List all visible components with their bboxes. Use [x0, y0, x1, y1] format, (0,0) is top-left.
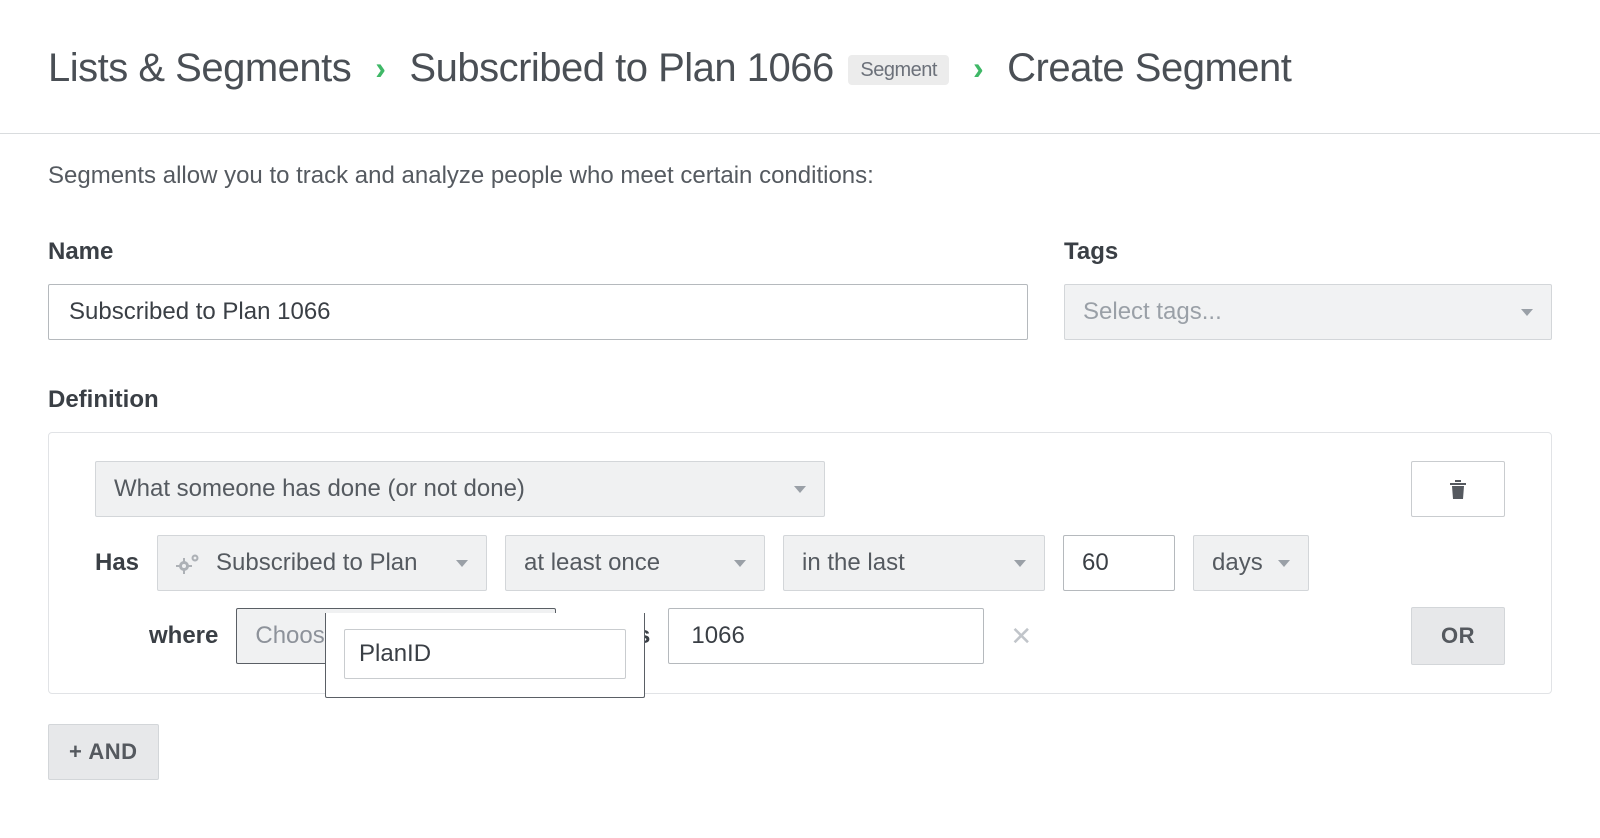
gear-icon: [176, 552, 202, 574]
caret-down-icon: [1521, 309, 1533, 316]
value-input[interactable]: [668, 608, 984, 664]
timeframe-select[interactable]: in the last: [783, 535, 1045, 591]
property-dropdown-popover: [325, 613, 645, 698]
name-input[interactable]: [48, 284, 1028, 340]
definition-label: Definition: [48, 386, 1552, 414]
header-divider: [0, 133, 1600, 134]
chevron-right-icon: ›: [973, 50, 983, 87]
definition-box: What someone has done (or not done) Has …: [48, 432, 1552, 694]
frequency-value: at least once: [524, 549, 660, 577]
event-select[interactable]: Subscribed to Plan: [157, 535, 487, 591]
plus-icon: +: [69, 739, 82, 765]
caret-down-icon: [1014, 560, 1026, 567]
event-value: Subscribed to Plan: [216, 549, 417, 577]
property-search-input[interactable]: [344, 629, 626, 679]
name-label: Name: [48, 238, 1028, 266]
timeframe-number-input[interactable]: [1063, 535, 1175, 591]
condition-type-value: What someone has done (or not done): [114, 475, 525, 503]
caret-down-icon: [734, 560, 746, 567]
caret-down-icon: [1278, 560, 1290, 567]
delete-condition-button[interactable]: [1411, 461, 1505, 517]
breadcrumb: Lists & Segments › Subscribed to Plan 10…: [48, 46, 1552, 91]
intro-text: Segments allow you to track and analyze …: [48, 162, 1552, 190]
segment-badge: Segment: [848, 55, 949, 85]
frequency-select[interactable]: at least once: [505, 535, 765, 591]
breadcrumb-parent-label: Subscribed to Plan 1066: [409, 46, 833, 90]
tags-select[interactable]: Select tags...: [1064, 284, 1552, 340]
and-button[interactable]: + AND: [48, 724, 159, 780]
breadcrumb-parent[interactable]: Subscribed to Plan 1066 Segment: [409, 46, 949, 91]
breadcrumb-root[interactable]: Lists & Segments: [48, 46, 351, 91]
trash-icon: [1448, 478, 1468, 500]
unit-select[interactable]: days: [1193, 535, 1309, 591]
remove-filter-button[interactable]: ✕: [1002, 621, 1040, 652]
where-label: where: [149, 622, 218, 650]
condition-type-select[interactable]: What someone has done (or not done): [95, 461, 825, 517]
unit-value: days: [1212, 549, 1263, 577]
breadcrumb-current: Create Segment: [1007, 46, 1291, 91]
tags-label: Tags: [1064, 238, 1552, 266]
tags-placeholder: Select tags...: [1083, 298, 1222, 326]
timeframe-value: in the last: [802, 549, 905, 577]
has-label: Has: [95, 549, 139, 577]
chevron-right-icon: ›: [375, 50, 385, 87]
caret-down-icon: [456, 560, 468, 567]
caret-down-icon: [794, 486, 806, 493]
or-button[interactable]: OR: [1411, 607, 1505, 665]
